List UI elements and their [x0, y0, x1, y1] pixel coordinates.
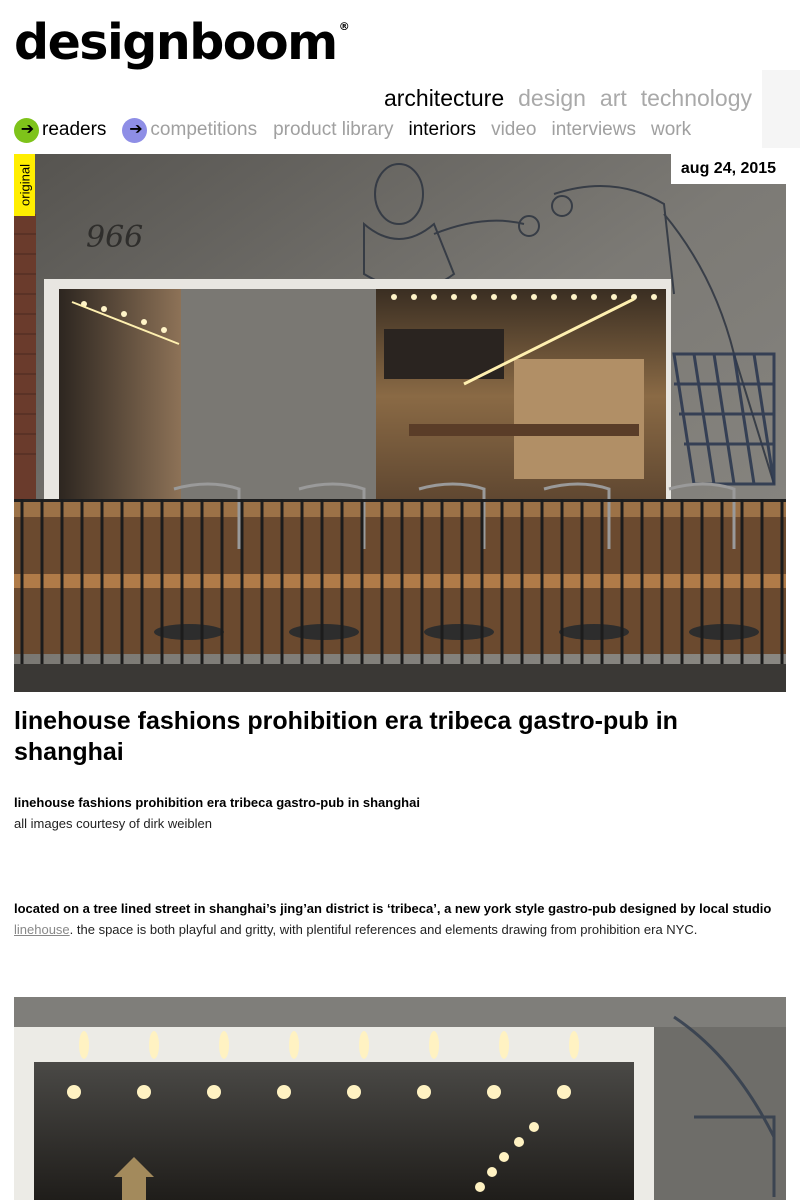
- arrow-right-icon: ➔: [122, 117, 148, 143]
- designboom-logo[interactable]: designboom ®: [14, 14, 350, 72]
- restaurant-facade-photo: 966: [14, 154, 786, 692]
- nav-interviews[interactable]: interviews: [551, 119, 635, 141]
- date-badge: aug 24, 2015: [671, 154, 786, 184]
- article-title: linehouse fashions prohibition era tribe…: [14, 707, 678, 766]
- article-subtitle: linehouse fashions prohibition era tribe…: [14, 795, 420, 810]
- nav-video[interactable]: video: [491, 119, 536, 141]
- readers-link[interactable]: ➔ readers: [14, 117, 122, 143]
- arrow-right-icon: ➔: [14, 117, 39, 143]
- nav-architecture[interactable]: architecture: [384, 84, 504, 112]
- registered-mark: ®: [338, 20, 350, 33]
- hero-image[interactable]: 966: [14, 154, 786, 692]
- sub-nav: ➔ readers ➔ competitions product library…: [14, 116, 752, 144]
- competitions-label: competitions: [150, 119, 258, 140]
- competitions-link[interactable]: ➔ competitions: [122, 117, 273, 143]
- original-badge: original: [14, 154, 35, 216]
- body-rest: . the space is both playful and gritty, …: [69, 922, 698, 937]
- body-lead: located on a tree lined street in shangh…: [14, 901, 772, 916]
- nav-technology[interactable]: technology: [641, 84, 752, 112]
- linehouse-link[interactable]: linehouse: [14, 922, 70, 937]
- readers-label: readers: [42, 119, 107, 140]
- article-body: located on a tree lined street in shangh…: [14, 898, 786, 940]
- nav-work[interactable]: work: [651, 119, 691, 141]
- side-panel: [762, 70, 800, 148]
- nav-design[interactable]: design: [518, 84, 586, 112]
- nav-interiors[interactable]: interiors: [408, 119, 476, 141]
- section-nav: architecture design art technology: [384, 84, 752, 112]
- nav-product-library[interactable]: product library: [273, 119, 393, 141]
- image-credit: all images courtesy of dirk weiblen: [14, 816, 212, 831]
- interior-image[interactable]: [14, 997, 786, 1200]
- interior-ceiling-photo: [14, 997, 786, 1200]
- original-label: original: [17, 164, 32, 206]
- logo-text: designboom: [14, 14, 338, 71]
- sign-966: 966: [86, 220, 143, 255]
- nav-art[interactable]: art: [600, 84, 627, 112]
